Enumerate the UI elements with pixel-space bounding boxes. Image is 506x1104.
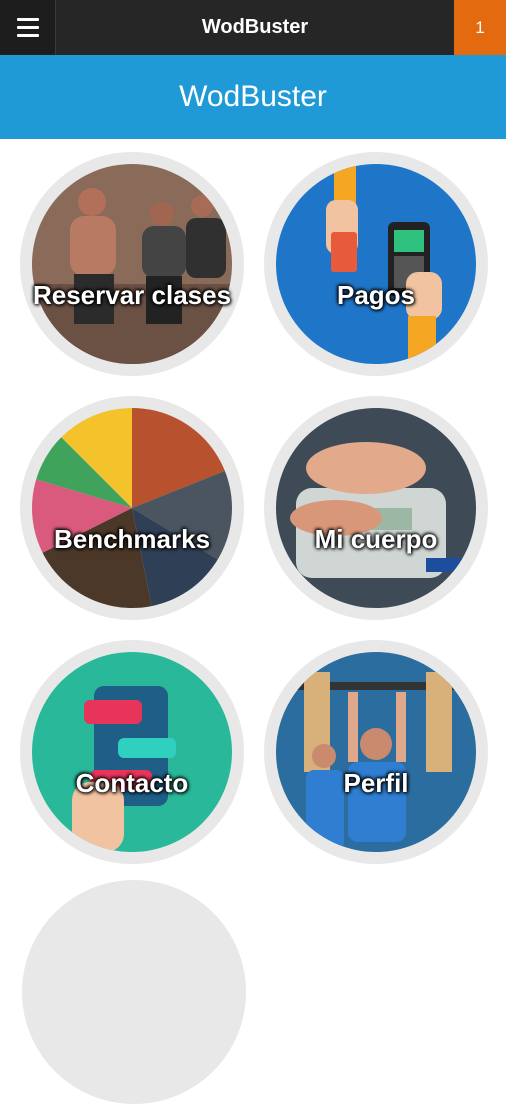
contacto-tile[interactable]: Contacto <box>20 640 244 864</box>
tile-label: Benchmarks <box>53 524 211 554</box>
scale-feet-image <box>276 408 476 608</box>
app-title: WodBuster <box>201 16 309 38</box>
mi-cuerpo-tile[interactable]: Mi cuerpo <box>264 396 488 620</box>
tile-label: Pagos <box>336 280 416 310</box>
perfil-tile[interactable]: Perfil <box>264 640 488 864</box>
tile-label: Reservar clases <box>32 280 232 310</box>
athlete-profile-image <box>276 652 476 852</box>
athletes-running-image <box>32 164 232 364</box>
menu-button[interactable] <box>0 0 56 55</box>
tile-label: Contacto <box>75 768 189 798</box>
notification-badge[interactable]: 1 <box>454 0 506 55</box>
partial-tile[interactable] <box>22 880 246 1104</box>
page-header: WodBuster <box>0 55 506 139</box>
top-app-bar: WodBuster 1 <box>0 0 506 55</box>
benchmarks-collage-image <box>32 408 232 608</box>
tile-label: Mi cuerpo <box>314 524 438 554</box>
benchmarks-tile[interactable]: Benchmarks <box>20 396 244 620</box>
hamburger-menu-icon <box>17 18 39 21</box>
phone-chat-image <box>32 652 232 852</box>
tile-label: Perfil <box>343 768 409 798</box>
pagos-tile[interactable]: Pagos <box>264 152 488 376</box>
payment-card-image <box>276 164 476 364</box>
reservar-clases-tile[interactable]: Reservar clases <box>20 152 244 376</box>
